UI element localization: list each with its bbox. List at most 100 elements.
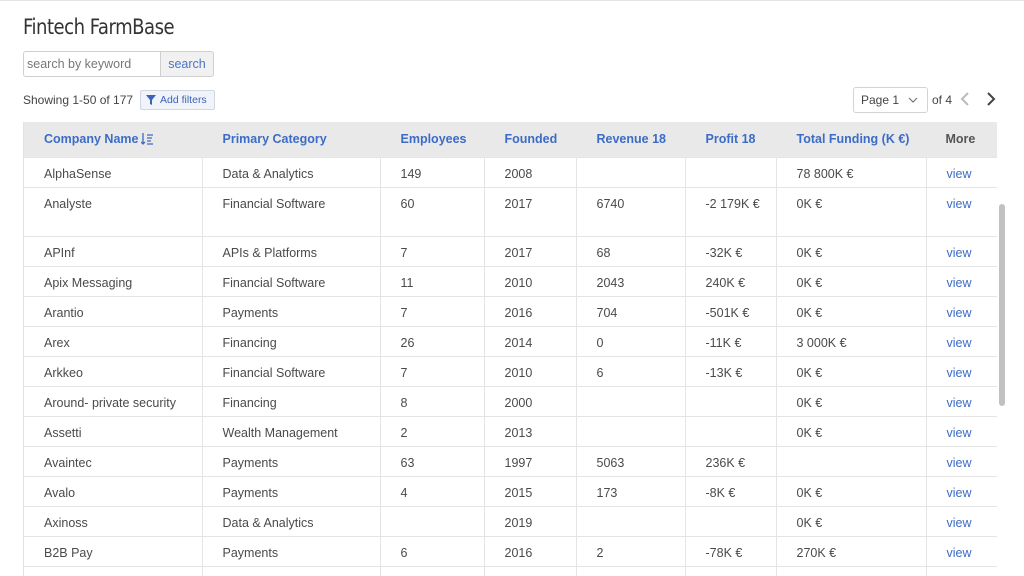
- table-row[interactable]: Arex Financing 26 2014 0 -11K €3 000K € view: [24, 325, 997, 356]
- table-row[interactable]: Apix Messaging Financial Software 11 2010 20…: [24, 265, 997, 296]
- cell-primary-category: Data & Analytics: [202, 505, 381, 536]
- cell-revenue: 6740: [576, 186, 686, 236]
- cell-founded: 2016: [484, 535, 577, 566]
- cell-profit: 236K €: [685, 445, 777, 476]
- table-row[interactable]: Axinoss Data & Analytics 2019 0K € view: [24, 505, 997, 536]
- view-link[interactable]: view: [926, 475, 997, 506]
- cell-revenue: 2: [576, 535, 686, 566]
- cell-founded: 2016: [484, 295, 577, 326]
- cell-company-name: Arkkeo: [24, 355, 203, 386]
- view-link[interactable]: view: [926, 355, 997, 386]
- cell-total-funding: 0K €: [776, 235, 927, 266]
- cell-profit: -13K €: [685, 355, 777, 386]
- cell-revenue: [576, 415, 686, 446]
- table-row[interactable]: Analyste Financial Software 60 2017 6740 -2 1…: [24, 186, 997, 236]
- column-header-company-name[interactable]: Company Name: [24, 122, 203, 157]
- table-row[interactable]: Arantio Payments 7 2016 704 -501K €0K € view: [24, 295, 997, 326]
- view-link[interactable]: view: [926, 535, 997, 566]
- view-link[interactable]: view: [926, 445, 997, 476]
- cell-company-name: Arantio: [24, 295, 203, 326]
- table-row[interactable]: [24, 565, 997, 576]
- search-input[interactable]: [23, 51, 160, 77]
- cell-total-funding: 0K €: [776, 265, 927, 296]
- column-header-primary-category[interactable]: Primary Category: [202, 122, 381, 157]
- column-header-profit[interactable]: Profit 18: [685, 122, 777, 157]
- cell-company-name: APInf: [24, 235, 203, 266]
- cell-total-funding: 0K €: [776, 186, 927, 236]
- page-select[interactable]: Page 1: [853, 87, 928, 113]
- cell-total-funding: [776, 565, 927, 576]
- cell-total-funding: 0K €: [776, 475, 927, 506]
- cell-profit: [685, 505, 777, 536]
- table-row[interactable]: Avalo Payments 4 2015 173 -8K €0K € view: [24, 475, 997, 506]
- cell-primary-category: Payments: [202, 445, 381, 476]
- view-link[interactable]: view: [926, 295, 997, 326]
- view-link[interactable]: view: [926, 186, 997, 236]
- cell-revenue: 704: [576, 295, 686, 326]
- companies-table-container: Company Name Primary Category Employees …: [23, 122, 997, 576]
- view-link[interactable]: view: [926, 415, 997, 446]
- table-row[interactable]: Arkkeo Financial Software 7 2010 6 -13K €0K €…: [24, 355, 997, 386]
- cell-revenue: 2043: [576, 265, 686, 296]
- chevron-right-icon: [987, 92, 996, 106]
- companies-table: Company Name Primary Category Employees …: [24, 122, 997, 576]
- chevron-left-icon: [960, 92, 969, 106]
- view-link[interactable]: view: [926, 265, 997, 296]
- cell-profit: -11K €: [685, 325, 777, 356]
- column-header-revenue[interactable]: Revenue 18: [576, 122, 686, 157]
- cell-employees: 26: [380, 325, 485, 356]
- cell-total-funding: 3 000K €: [776, 325, 927, 356]
- cell-profit: [685, 385, 777, 416]
- view-link[interactable]: view: [926, 325, 997, 356]
- column-header-total-funding[interactable]: Total Funding (K €): [776, 122, 927, 157]
- table-row[interactable]: B2B Pay Payments 6 2016 2 -78K €270K € view: [24, 535, 997, 566]
- view-link[interactable]: view: [926, 156, 997, 187]
- cell-founded: 2015: [484, 475, 577, 506]
- next-page-button[interactable]: [984, 90, 998, 108]
- table-row[interactable]: Assetti Wealth Management 2 2013 0K € view: [24, 415, 997, 446]
- cell-founded: 2010: [484, 355, 577, 386]
- cell-primary-category: Payments: [202, 295, 381, 326]
- chevron-down-icon: [908, 97, 918, 103]
- cell-founded: 2013: [484, 415, 577, 446]
- cell-primary-category: Payments: [202, 535, 381, 566]
- page-title: Fintech FarmBase: [23, 15, 175, 39]
- cell-total-funding: [776, 445, 927, 476]
- previous-page-button[interactable]: [958, 90, 972, 108]
- view-link[interactable]: [926, 565, 997, 576]
- table-row[interactable]: Avaintec Payments 63 1997 5063 236K € view: [24, 445, 997, 476]
- cell-employees: [380, 565, 485, 576]
- add-filters-button[interactable]: Add filters: [140, 90, 215, 110]
- table-row[interactable]: Around- private security Financing 8 2000 0K…: [24, 385, 997, 416]
- cell-primary-category: Financial Software: [202, 265, 381, 296]
- cell-profit: [685, 565, 777, 576]
- scrollbar-thumb[interactable]: [999, 204, 1005, 406]
- cell-employees: 7: [380, 355, 485, 386]
- cell-profit: -2 179K €: [685, 186, 777, 236]
- cell-revenue: 5063: [576, 445, 686, 476]
- cell-company-name: [24, 565, 203, 576]
- sort-icon[interactable]: [141, 133, 154, 146]
- table-row[interactable]: APInf APIs & Platforms 7 2017 68 -32K €0K € vi…: [24, 235, 997, 266]
- cell-revenue: 68: [576, 235, 686, 266]
- cell-profit: -78K €: [685, 535, 777, 566]
- view-link[interactable]: view: [926, 385, 997, 416]
- cell-profit: -8K €: [685, 475, 777, 506]
- column-header-founded[interactable]: Founded: [484, 122, 577, 157]
- cell-founded: [484, 565, 577, 576]
- cell-revenue: [576, 385, 686, 416]
- view-link[interactable]: view: [926, 235, 997, 266]
- cell-employees: 7: [380, 295, 485, 326]
- cell-company-name: Avalo: [24, 475, 203, 506]
- table-row[interactable]: AlphaSense Data & Analytics 149 2008 78 800K…: [24, 156, 997, 187]
- cell-company-name: Avaintec: [24, 445, 203, 476]
- view-link[interactable]: view: [926, 505, 997, 536]
- cell-total-funding: 0K €: [776, 415, 927, 446]
- cell-founded: 2008: [484, 156, 577, 187]
- cell-revenue: [576, 505, 686, 536]
- search-button[interactable]: search: [160, 51, 214, 77]
- cell-primary-category: Data & Analytics: [202, 156, 381, 187]
- cell-employees: [380, 505, 485, 536]
- cell-primary-category: Payments: [202, 475, 381, 506]
- column-header-employees[interactable]: Employees: [380, 122, 485, 157]
